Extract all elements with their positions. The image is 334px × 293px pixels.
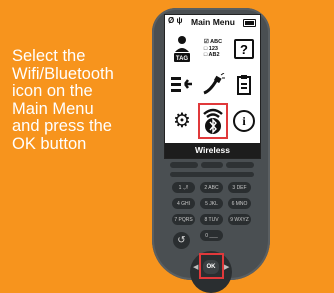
- help-icon: ?: [234, 39, 254, 59]
- menu-item-clipboard[interactable]: [229, 67, 259, 103]
- checklist-line: □ AB2: [203, 52, 220, 59]
- softkey-right[interactable]: [226, 162, 254, 168]
- nav-left-arrow-icon[interactable]: ◀: [193, 263, 198, 271]
- main-menu-grid: TAG ☑ ABC □ 123 □ AB2 ? ⚙ i: [167, 31, 258, 139]
- checklist-icon: ☑ ABC □ 123 □ AB2: [204, 39, 222, 59]
- menu-item-wireless[interactable]: [198, 103, 228, 139]
- screen-title: Main Menu: [191, 17, 235, 27]
- menu-item-tag[interactable]: TAG: [167, 31, 197, 67]
- key-5[interactable]: 5 JKL: [200, 198, 223, 209]
- key-1[interactable]: 1 .,/!: [172, 182, 195, 193]
- softkey-middle[interactable]: [201, 162, 223, 168]
- svg-text:TAG: TAG: [176, 56, 189, 62]
- device-screen: Ø ψ Main Menu TAG ☑ ABC □ 123 □ AB2 ? ⚙ …: [164, 14, 261, 159]
- list-arrow-icon: [171, 77, 192, 92]
- status-icons: Ø ψ: [168, 16, 183, 25]
- status-bar: Ø ψ Main Menu: [165, 15, 260, 29]
- wand-icon: [203, 73, 225, 95]
- menu-item-info[interactable]: i: [229, 103, 259, 139]
- menu-item-list-arrow[interactable]: [167, 67, 197, 103]
- instruction-line: OK button: [12, 134, 87, 153]
- key-3[interactable]: 3 DEF: [228, 182, 251, 193]
- key-0[interactable]: 0 ___: [200, 230, 223, 241]
- ok-highlight-box: [199, 253, 224, 279]
- info-icon: i: [233, 110, 255, 132]
- key-6[interactable]: 6 MNO: [228, 198, 251, 209]
- back-button[interactable]: ↺: [173, 232, 190, 249]
- instruction-line: Select the: [12, 47, 86, 65]
- menu-item-settings[interactable]: ⚙: [167, 103, 197, 139]
- gear-icon: ⚙: [173, 110, 191, 132]
- key-2[interactable]: 2 ABC: [200, 182, 223, 193]
- selected-item-label: Wireless: [165, 143, 260, 158]
- instruction-line: Main Menu: [12, 99, 94, 118]
- instruction-text: Select the Wifi/Bluetooth icon on the Ma…: [12, 47, 162, 153]
- menu-item-checklist[interactable]: ☑ ABC □ 123 □ AB2: [198, 31, 228, 67]
- instruction-line: icon on the: [12, 82, 93, 100]
- key-8[interactable]: 8 TUV: [200, 214, 223, 225]
- key-4[interactable]: 4 GHI: [172, 198, 195, 209]
- nav-right-arrow-icon[interactable]: ▶: [224, 263, 229, 271]
- softkey-left[interactable]: [170, 162, 198, 168]
- instruction-line: and press the: [12, 117, 112, 135]
- menu-item-wand[interactable]: [198, 67, 228, 103]
- clipboard-icon: [237, 75, 251, 95]
- menu-item-help[interactable]: ?: [229, 31, 259, 67]
- softkey-bar: [170, 172, 254, 177]
- wifi-bluetooth-icon: [203, 108, 223, 134]
- key-9[interactable]: 9 WXYZ: [228, 214, 251, 225]
- person-tag-icon: TAG: [174, 36, 190, 62]
- battery-icon: [243, 19, 256, 27]
- key-7[interactable]: 7 PQRS: [172, 214, 195, 225]
- instruction-line: Wifi/Bluetooth: [12, 64, 114, 83]
- checklist-line: ☑ ABC: [203, 39, 223, 46]
